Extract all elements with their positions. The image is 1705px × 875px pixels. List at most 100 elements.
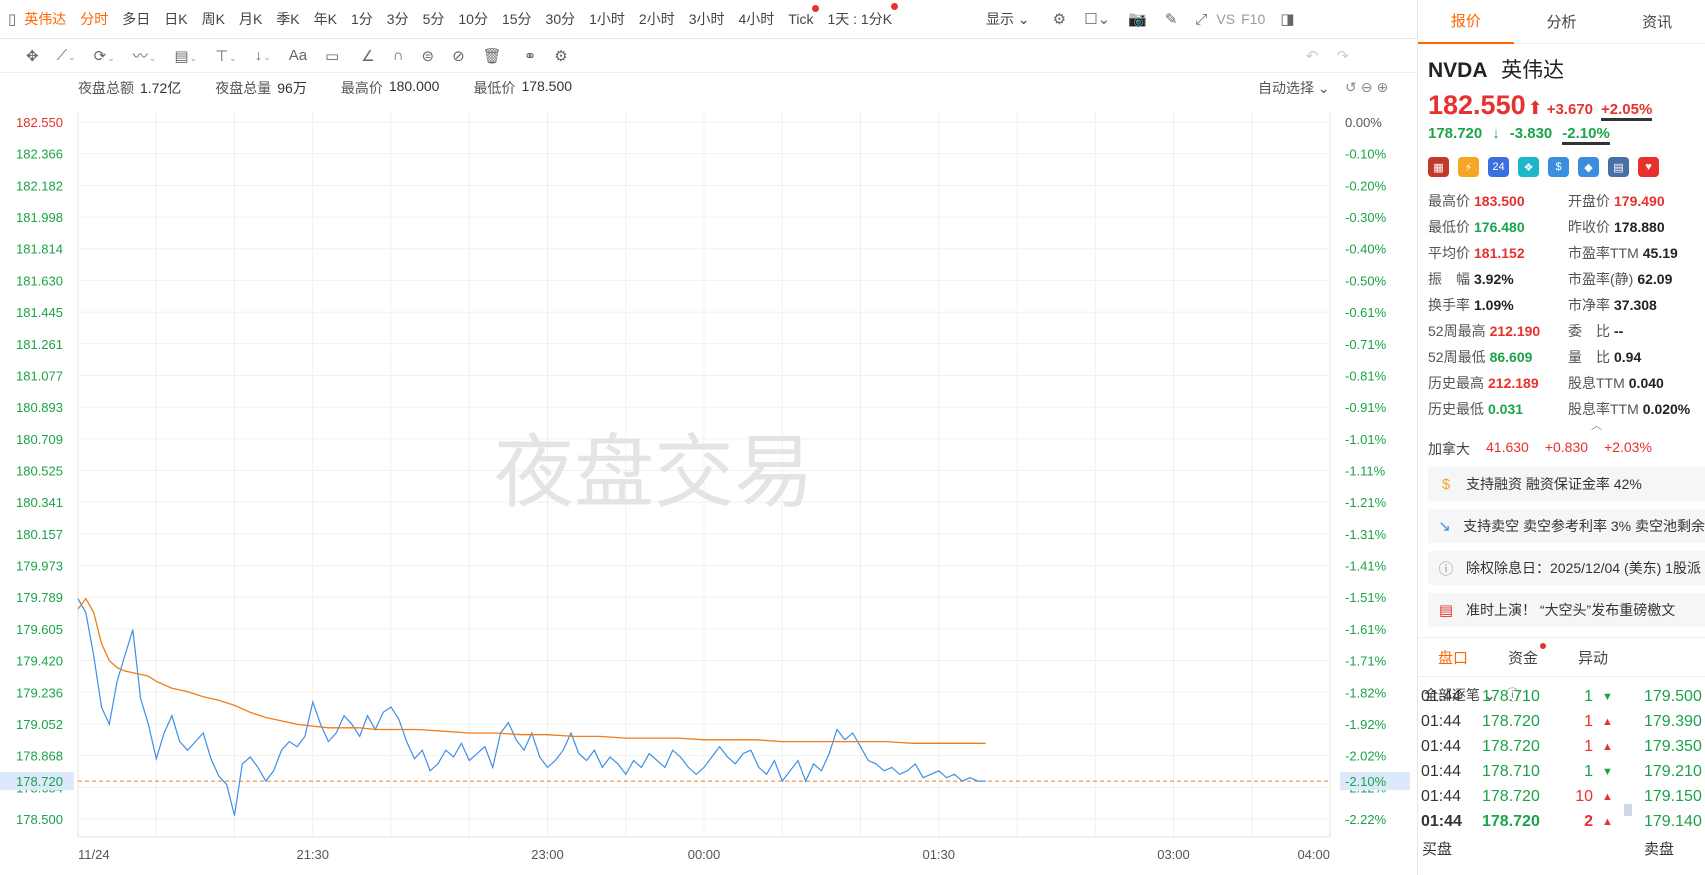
- new-dot: [1540, 642, 1547, 649]
- detail-tabs: 盘口 资金 异动: [1418, 637, 1705, 677]
- pencil-icon[interactable]: ✎: [1165, 10, 1178, 28]
- period-tab[interactable]: 季K: [276, 9, 299, 29]
- stat-item: 市盈率TTM 45.19: [1568, 243, 1705, 263]
- auto-select-dropdown[interactable]: 自动选择 ⌄: [1258, 78, 1330, 98]
- quote-tab[interactable]: 报价: [1418, 0, 1514, 44]
- f10-button[interactable]: F10: [1241, 11, 1265, 27]
- cycle-tool-icon[interactable]: ⟳⌄: [94, 47, 115, 65]
- magnet-tool-icon[interactable]: ∩: [393, 47, 404, 64]
- period-tab[interactable]: 5分: [423, 9, 445, 29]
- sidebar-toggle-icon[interactable]: ▯: [8, 10, 16, 28]
- text-tool-icon[interactable]: Aa: [289, 47, 307, 64]
- low-label: 最低价: [473, 80, 516, 96]
- period-tab[interactable]: 分时: [80, 9, 108, 29]
- fib-tool-icon[interactable]: ▤⌄: [174, 47, 197, 65]
- display-dropdown[interactable]: 显示 ⌄: [986, 9, 1030, 29]
- chart-zoom-controls[interactable]: ↺⊖⊕: [1345, 79, 1392, 96]
- y-pct-tick-label: -0.91%: [1345, 400, 1387, 415]
- trash-tool-icon[interactable]: 🗑: [483, 47, 502, 65]
- period-tab[interactable]: 4小时: [739, 9, 775, 29]
- redo-icon[interactable]: ↷: [1336, 47, 1349, 65]
- stat-item: 振 幅 3.92%: [1428, 269, 1568, 289]
- period-tab[interactable]: 1小时: [589, 9, 625, 29]
- period-tab[interactable]: 1天 : 1分K: [827, 3, 899, 29]
- vs-button[interactable]: VS: [1216, 11, 1235, 27]
- y-tick-label: 181.445: [16, 305, 63, 320]
- period-tab[interactable]: 2小时: [639, 9, 675, 29]
- layout-box-icon[interactable]: ☐⌄: [1084, 10, 1110, 28]
- undo-icon[interactable]: ↶: [1306, 47, 1319, 65]
- us-flag-icon[interactable]: ▦: [1428, 157, 1449, 177]
- leaf-icon[interactable]: ❖: [1518, 157, 1539, 177]
- y-pct-tick-label: -2.22%: [1345, 812, 1387, 827]
- measure-tool-icon[interactable]: ⊤⌄: [215, 47, 237, 65]
- trade-volume: 1: [1584, 762, 1593, 780]
- stat-value: 183.500: [1474, 193, 1525, 209]
- x-tick-label: 21:30: [296, 847, 329, 862]
- list-scroll-handle[interactable]: [1624, 804, 1632, 816]
- trade-volume: 10: [1575, 787, 1593, 805]
- period-tab[interactable]: 多日: [122, 9, 150, 29]
- trade-price: 178.710: [1482, 762, 1540, 780]
- trade-price: 178.720: [1482, 787, 1540, 805]
- notice-row[interactable]: $ 支持融资 融资保证金率 42%: [1428, 467, 1705, 501]
- note-tool-icon[interactable]: ▭: [325, 47, 339, 65]
- period-tab[interactable]: 3小时: [689, 9, 725, 29]
- intraday-chart[interactable]: 182.550 0.00% 182.366 -0.10% 182.182 -0.20% 18…: [0, 100, 1410, 875]
- period-tab[interactable]: 月K: [239, 9, 262, 29]
- period-tab[interactable]: 3分: [387, 9, 409, 29]
- notice-row[interactable]: ↘ 支持卖空 卖空参考利率 3% 卖空池剩余: [1428, 509, 1705, 543]
- period-tab[interactable]: 英伟达: [24, 9, 66, 29]
- wave-tool-icon[interactable]: 〰⌄: [133, 45, 157, 66]
- camera-icon[interactable]: 📷: [1128, 10, 1147, 28]
- stat-label: 量 比: [1568, 349, 1610, 365]
- period-tab[interactable]: 日K: [164, 9, 187, 29]
- 24h-icon[interactable]: 24: [1488, 157, 1509, 177]
- y-tick-label: 179.789: [16, 590, 63, 605]
- move-tool-icon[interactable]: ✥: [26, 47, 39, 65]
- ruler-tool-icon[interactable]: ∠: [361, 47, 374, 65]
- line-tool-icon[interactable]: ⟋⌄: [57, 47, 76, 64]
- hide-tool-icon[interactable]: ⊘: [452, 47, 465, 65]
- stat-value: 45.19: [1642, 245, 1678, 261]
- trade-row: 01:44 178.720 2 ▲ 179.140: [1418, 809, 1705, 834]
- volume-value: 96万: [277, 80, 307, 96]
- y-pct-tick-label: -2.02%: [1345, 749, 1387, 764]
- x-tick-label: 11/24: [78, 847, 110, 862]
- notice-row[interactable]: ⓘ 除权除息日：2025/12/04 (美东) 1股派: [1428, 551, 1705, 585]
- quote-tab[interactable]: 资讯: [1609, 11, 1705, 32]
- notice-text: 支持卖空 卖空参考利率 3% 卖空池剩余: [1463, 518, 1705, 534]
- tool-settings-icon[interactable]: ⚙: [554, 47, 567, 65]
- detail-tab[interactable]: 资金: [1508, 642, 1547, 668]
- period-tab[interactable]: 15分: [502, 9, 532, 29]
- lightning-icon[interactable]: ⚡: [1458, 157, 1479, 177]
- period-tab[interactable]: 1分: [351, 9, 373, 29]
- period-tab[interactable]: 周K: [202, 9, 225, 29]
- notice-row[interactable]: ▤ 准时上演！ “大空头”发布重磅檄文: [1428, 593, 1705, 627]
- detail-tab[interactable]: 盘口: [1438, 647, 1468, 668]
- settings-gear-icon[interactable]: ⚙: [1053, 10, 1066, 28]
- arrow-tool-icon[interactable]: ↓⌄: [255, 47, 271, 64]
- compare-tool-icon[interactable]: ⚭: [524, 47, 537, 65]
- dollar-icon[interactable]: $: [1548, 157, 1569, 177]
- stock-name: 英伟达: [1501, 59, 1565, 82]
- period-tab[interactable]: 30分: [546, 9, 576, 29]
- y-pct-tick-label: -0.61%: [1345, 305, 1387, 320]
- ask-price: 179.500: [1644, 687, 1702, 705]
- panel-toggle-icon[interactable]: ◨: [1280, 10, 1294, 28]
- detail-tab[interactable]: 异动: [1578, 647, 1608, 668]
- quote-tab[interactable]: 分析: [1514, 11, 1610, 32]
- period-tab[interactable]: 10分: [458, 9, 488, 29]
- stat-value: 181.152: [1474, 245, 1525, 261]
- heart-icon[interactable]: ♥: [1638, 157, 1659, 177]
- period-tab[interactable]: 年K: [314, 9, 337, 29]
- lock-tool-icon[interactable]: ⊜: [422, 47, 435, 65]
- y-tick-label: 180.525: [16, 464, 63, 479]
- canada-quote-row[interactable]: 加拿大 41.630 +0.830 +2.03%: [1428, 439, 1705, 459]
- tag-icon[interactable]: ◆: [1578, 157, 1599, 177]
- quote-panel: 报价 分析 资讯 NVDA 英伟达 182.550 ⬆ +3.670 +2.05% …: [1417, 0, 1705, 875]
- fullscreen-icon[interactable]: ⤢: [1195, 11, 1207, 28]
- doc-icon[interactable]: ▤: [1608, 157, 1629, 177]
- stat-item: 最高价 183.500: [1428, 191, 1568, 211]
- period-tab[interactable]: Tick: [788, 5, 820, 27]
